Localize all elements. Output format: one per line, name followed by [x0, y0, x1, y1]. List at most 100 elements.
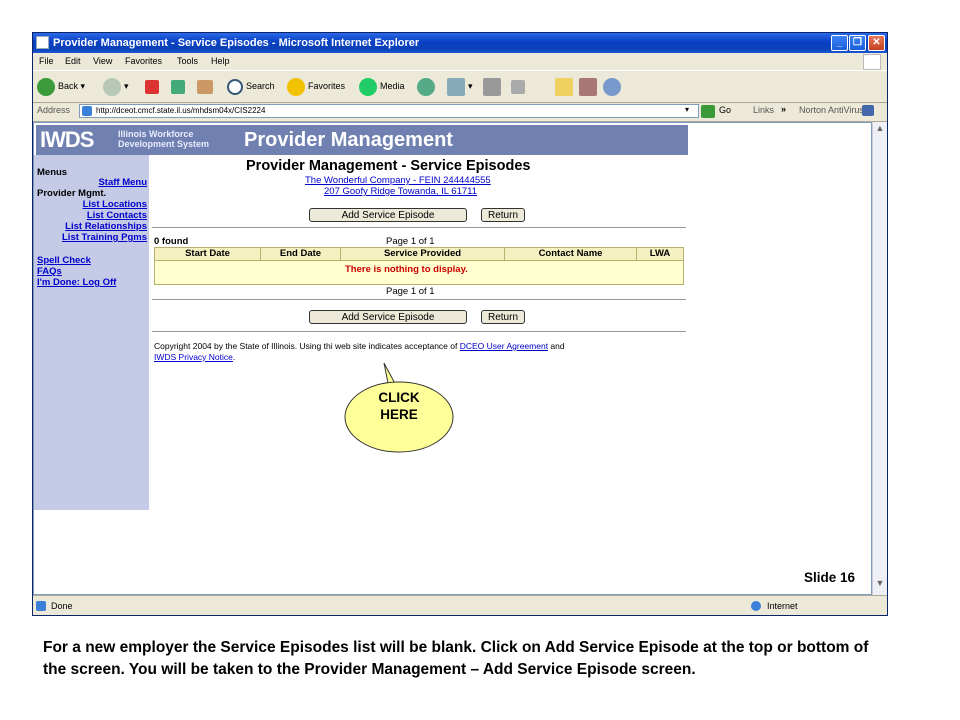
print-icon: [483, 77, 501, 96]
back-arrow-icon: [37, 77, 55, 96]
stop-button[interactable]: [145, 76, 162, 96]
page-done-icon: [36, 601, 46, 611]
iwds-header: IWDS Illinois Workforce Development Syst…: [36, 125, 688, 155]
media-button[interactable]: Media: [359, 76, 405, 96]
edit-icon: [511, 79, 525, 94]
address-label: Address: [37, 105, 71, 115]
page-content: IWDS Illinois Workforce Development Syst…: [33, 122, 872, 595]
back-button[interactable]: Back ▾: [37, 76, 85, 96]
empty-message: There is nothing to display.: [345, 264, 468, 275]
add-service-episode-button-top[interactable]: Add Service Episode: [309, 208, 467, 222]
return-button-top[interactable]: Return: [481, 208, 525, 222]
menu-tools[interactable]: Tools: [177, 53, 198, 69]
page-icon: [82, 106, 92, 116]
edit-button[interactable]: [511, 76, 528, 96]
sidebar-item-staff-menu[interactable]: Staff Menu: [98, 177, 147, 188]
search-icon: [227, 78, 243, 95]
history-button[interactable]: [417, 76, 438, 96]
forward-button[interactable]: ▾: [103, 76, 129, 96]
column-service-provided[interactable]: Service Provided: [341, 248, 505, 260]
sidebar-item-list-relationships[interactable]: List Relationships: [65, 221, 147, 232]
status-text: Done: [51, 601, 73, 611]
ie-page-icon: [36, 36, 49, 49]
folder-icon: [555, 77, 573, 96]
star-icon: [287, 77, 305, 96]
links-chevron-icon[interactable]: »: [781, 104, 786, 114]
column-end-date[interactable]: End Date: [261, 248, 341, 260]
scroll-up-icon[interactable]: ▲: [874, 123, 886, 137]
history-icon: [417, 77, 435, 96]
column-lwa[interactable]: LWA: [637, 248, 683, 260]
slide-caption: For a new employer the Service Episodes …: [43, 639, 869, 678]
divider: [152, 299, 686, 300]
mail-button[interactable]: ▾: [447, 76, 473, 96]
browser-window: Provider Management - Service Episodes -…: [32, 32, 888, 616]
column-contact-name[interactable]: Contact Name: [505, 248, 637, 260]
divider: [152, 331, 686, 332]
links-label[interactable]: Links: [753, 105, 774, 115]
search-button[interactable]: Search: [227, 76, 275, 96]
title-bar: Provider Management - Service Episodes -…: [33, 33, 887, 53]
sidebar-item-faqs[interactable]: FAQs: [37, 266, 62, 277]
sidebar: Menus Staff Menu Provider Mgmt. List Loc…: [34, 155, 149, 510]
callout-text: CLICK HERE: [378, 390, 420, 422]
privacy-notice-link[interactable]: IWDS Privacy Notice: [154, 352, 233, 362]
norton-icon[interactable]: [862, 105, 874, 116]
stop-icon: [145, 79, 159, 94]
menu-file[interactable]: File: [39, 53, 54, 69]
menu-edit[interactable]: Edit: [65, 53, 81, 69]
iwds-logo: IWDS: [40, 127, 94, 152]
sidebar-item-list-training-pgms[interactable]: List Training Pgms: [62, 232, 147, 243]
service-episodes-table: Start Date End Date Service Provided Con…: [154, 247, 684, 285]
column-start-date[interactable]: Start Date: [155, 248, 261, 260]
sidebar-item-list-contacts[interactable]: List Contacts: [87, 210, 147, 221]
page-info-bottom: Page 1 of 1: [386, 286, 435, 297]
sidebar-item-spell-check[interactable]: Spell Check: [37, 255, 91, 266]
security-zone: Internet: [767, 601, 798, 611]
status-bar: Done Internet: [33, 595, 887, 616]
sidebar-menus-heading: Menus: [37, 167, 68, 178]
menu-help[interactable]: Help: [211, 53, 230, 69]
messenger-icon: [603, 77, 621, 96]
research-button[interactable]: [579, 76, 600, 96]
page-title: Provider Management - Service Episodes: [246, 158, 531, 174]
favorites-button[interactable]: Favorites: [287, 76, 345, 96]
divider: [152, 227, 686, 228]
user-agreement-link[interactable]: DCEO User Agreement: [460, 341, 548, 351]
menu-view[interactable]: View: [93, 53, 112, 69]
mail-icon: [447, 77, 465, 96]
media-icon: [359, 77, 377, 96]
home-icon: [197, 79, 213, 94]
vertical-scrollbar[interactable]: ▲ ▼: [872, 122, 887, 595]
address-bar: Address http://dceot.cmcf.state.il.us/mh…: [33, 102, 887, 122]
sidebar-item-log-off[interactable]: I'm Done: Log Off: [37, 277, 116, 288]
company-address-link[interactable]: 207 Goofy Ridge Towanda, IL 61711: [324, 186, 477, 197]
add-service-episode-button-bottom[interactable]: Add Service Episode: [309, 310, 467, 324]
address-dropdown-icon[interactable]: ▾: [685, 105, 689, 114]
windows-logo-icon: [863, 54, 881, 70]
folder-button[interactable]: [555, 76, 576, 96]
menu-favorites[interactable]: Favorites: [125, 53, 162, 69]
maximize-button[interactable]: ❐: [849, 35, 866, 51]
refresh-icon: [171, 79, 185, 94]
slide-number: Slide 16: [804, 570, 856, 585]
print-button[interactable]: [483, 76, 504, 96]
sidebar-provider-mgmt: Provider Mgmt.: [37, 188, 107, 199]
toolbar: Back ▾ ▾ Search Favorites Media ▾: [33, 70, 887, 103]
close-button[interactable]: ✕: [868, 35, 885, 51]
go-arrow-icon: [701, 105, 715, 118]
home-button[interactable]: [197, 76, 216, 96]
norton-antivirus[interactable]: Norton AntiVirus: [799, 105, 864, 115]
research-icon: [579, 77, 597, 96]
sidebar-item-list-locations[interactable]: List Locations: [83, 199, 147, 210]
return-button-bottom[interactable]: Return: [481, 310, 525, 324]
page-info-top: Page 1 of 1: [386, 236, 435, 247]
scroll-down-icon[interactable]: ▼: [874, 578, 886, 592]
found-count: 0 found: [154, 236, 189, 247]
company-link[interactable]: The Wonderful Company - FEIN 244444555: [305, 175, 491, 186]
messenger-button[interactable]: [603, 76, 624, 96]
address-input[interactable]: http://dceot.cmcf.state.il.us/mhdsm04x/C…: [79, 104, 699, 118]
internet-zone-icon: [751, 601, 761, 611]
minimize-button[interactable]: _: [831, 35, 848, 51]
refresh-button[interactable]: [171, 76, 188, 96]
